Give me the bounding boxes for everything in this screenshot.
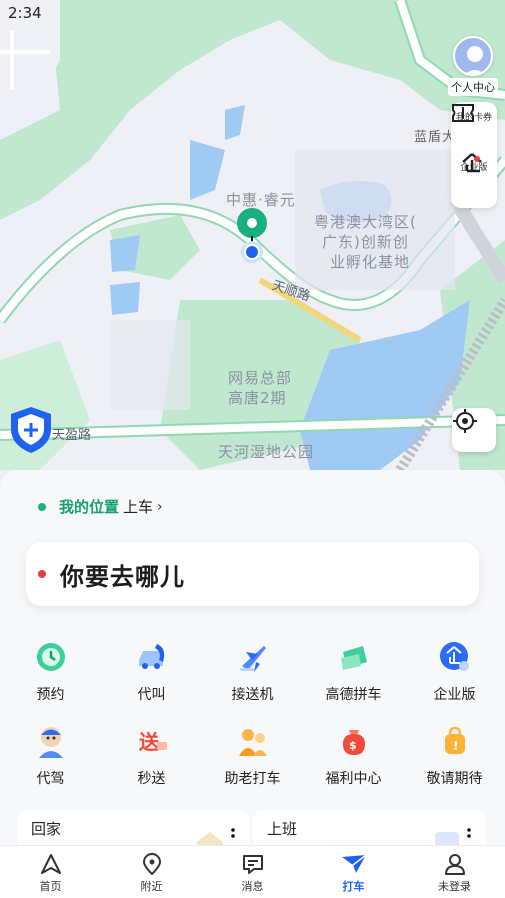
map-place-label: 广东)创新创 xyxy=(322,233,409,251)
map-place-label: 蓝盾大 xyxy=(414,130,457,145)
svg-text:!: ! xyxy=(453,739,458,753)
tab-label: 附近 xyxy=(140,880,163,893)
map-view[interactable]: 2:34 中惠·睿元 粤港澳大湾区( 广东)创新创 业孵化基地 网易总部 高唐2… xyxy=(0,0,505,490)
avatar xyxy=(453,36,493,76)
carpool-icon xyxy=(340,646,367,670)
bottom-tab-bar: 首页 附近 消息 打车 未登录 xyxy=(0,845,505,898)
profile-label: 个人中心 xyxy=(448,78,498,96)
map-place-label: 业孵化基地 xyxy=(330,253,411,271)
service-label: 企业版 xyxy=(433,687,476,703)
service-label: 敬请期待 xyxy=(426,771,483,787)
service-label: 预约 xyxy=(36,687,65,703)
tab-label: 未登录 xyxy=(438,880,471,893)
tab-account[interactable]: 未登录 xyxy=(404,846,505,898)
crosshair-icon xyxy=(453,409,477,433)
map-place-label: 高唐2期 xyxy=(228,389,287,407)
tab-home[interactable]: 首页 xyxy=(0,846,101,898)
service-reserve[interactable]: 预约 xyxy=(0,636,101,720)
tab-label: 首页 xyxy=(39,880,62,893)
destination-placeholder: 你要去哪儿 xyxy=(60,562,185,591)
service-call-for-others[interactable]: 代叫 xyxy=(101,636,202,720)
taxi-icon xyxy=(341,854,366,873)
svg-text:$: $ xyxy=(349,739,357,752)
map-place-label: 粤港澳大湾区( xyxy=(314,213,417,231)
coupon-icon xyxy=(452,104,474,122)
service-carpool[interactable]: 高德拼车 xyxy=(303,636,404,720)
ride-panel: 我的位置 上车 › 你要去哪儿 预约 代叫 接送机 高德拼车 企业版 代驾 送 … xyxy=(0,470,505,860)
road-label: 天盈路 xyxy=(52,428,92,443)
service-coming-soon[interactable]: ! 敬请期待 xyxy=(404,720,505,804)
status-bar-time: 2:34 xyxy=(8,4,42,22)
enterprise-icon xyxy=(462,153,483,173)
service-label: 高德拼车 xyxy=(325,687,382,703)
service-express-delivery[interactable]: 送 秒送 xyxy=(101,720,202,804)
tab-label: 消息 xyxy=(241,880,264,893)
service-label: 福利中心 xyxy=(325,771,382,787)
tab-taxi[interactable]: 打车 xyxy=(303,846,404,898)
avatar-icon xyxy=(465,46,485,74)
airplane-icon xyxy=(239,646,266,672)
shortcut-work-label: 上班 xyxy=(267,820,298,838)
service-label: 接送机 xyxy=(231,687,274,703)
map-place-label: 网易总部 xyxy=(228,369,293,387)
service-designated-driver[interactable]: 代驾 xyxy=(0,720,101,804)
service-welfare-center[interactable]: $ 福利中心 xyxy=(303,720,404,804)
chevron-right-icon: › xyxy=(157,498,163,515)
notification-dot xyxy=(473,156,480,162)
tab-label: 打车 xyxy=(342,880,365,893)
map-place-label: 天河湿地公园 xyxy=(218,443,315,461)
pickup-selector[interactable]: 我的位置 上车 › xyxy=(38,496,163,517)
more-icon[interactable] xyxy=(467,828,471,842)
service-label: 代叫 xyxy=(137,687,166,703)
service-airport[interactable]: 接送机 xyxy=(202,636,303,720)
shield-icon xyxy=(11,407,51,453)
pickup-location: 我的位置 xyxy=(59,498,120,516)
driver-icon xyxy=(38,727,63,758)
safety-shield-button[interactable] xyxy=(8,405,54,455)
message-icon xyxy=(242,855,263,874)
location-pin-icon xyxy=(142,853,161,875)
service-label: 代驾 xyxy=(36,771,65,787)
gift-bag-icon: $ xyxy=(342,730,365,755)
enterprise-button[interactable]: 企业版 xyxy=(460,152,488,204)
user-icon xyxy=(444,854,465,875)
profile-button[interactable]: 个人中心 xyxy=(447,36,499,96)
clock-icon xyxy=(36,643,65,671)
shortcut-home-label: 回家 xyxy=(31,820,62,838)
navigation-arrow-icon xyxy=(40,854,61,874)
bag-icon: ! xyxy=(444,726,465,754)
coupon-button[interactable]: 我的卡券 xyxy=(452,102,492,152)
more-icon[interactable] xyxy=(231,828,235,842)
service-enterprise[interactable]: 企业版 xyxy=(404,636,505,720)
tab-nearby[interactable]: 附近 xyxy=(101,846,202,898)
pickup-suffix: 上车 xyxy=(123,498,154,516)
elder-icon xyxy=(238,729,267,756)
destination-input[interactable]: 你要去哪儿 xyxy=(26,542,479,606)
service-label: 助老打车 xyxy=(224,771,281,787)
pickup-dot xyxy=(38,502,46,511)
quick-tools-panel: 我的卡券 企业版 xyxy=(451,102,497,208)
tab-messages[interactable]: 消息 xyxy=(202,846,303,898)
service-label: 秒送 xyxy=(137,771,166,787)
service-elderly-taxi[interactable]: 助老打车 xyxy=(202,720,303,804)
enterprise-icon xyxy=(439,642,469,671)
svg-text:送: 送 xyxy=(139,730,160,754)
destination-dot xyxy=(38,570,46,578)
locate-me-button[interactable] xyxy=(452,408,496,452)
delivery-icon: 送 xyxy=(139,730,167,754)
service-grid: 预约 代叫 接送机 高德拼车 企业版 代驾 送 秒送 助老打车 $ 福利中心 !… xyxy=(0,636,505,804)
car-phone-icon xyxy=(138,644,164,669)
map-pin-icon xyxy=(237,208,267,263)
